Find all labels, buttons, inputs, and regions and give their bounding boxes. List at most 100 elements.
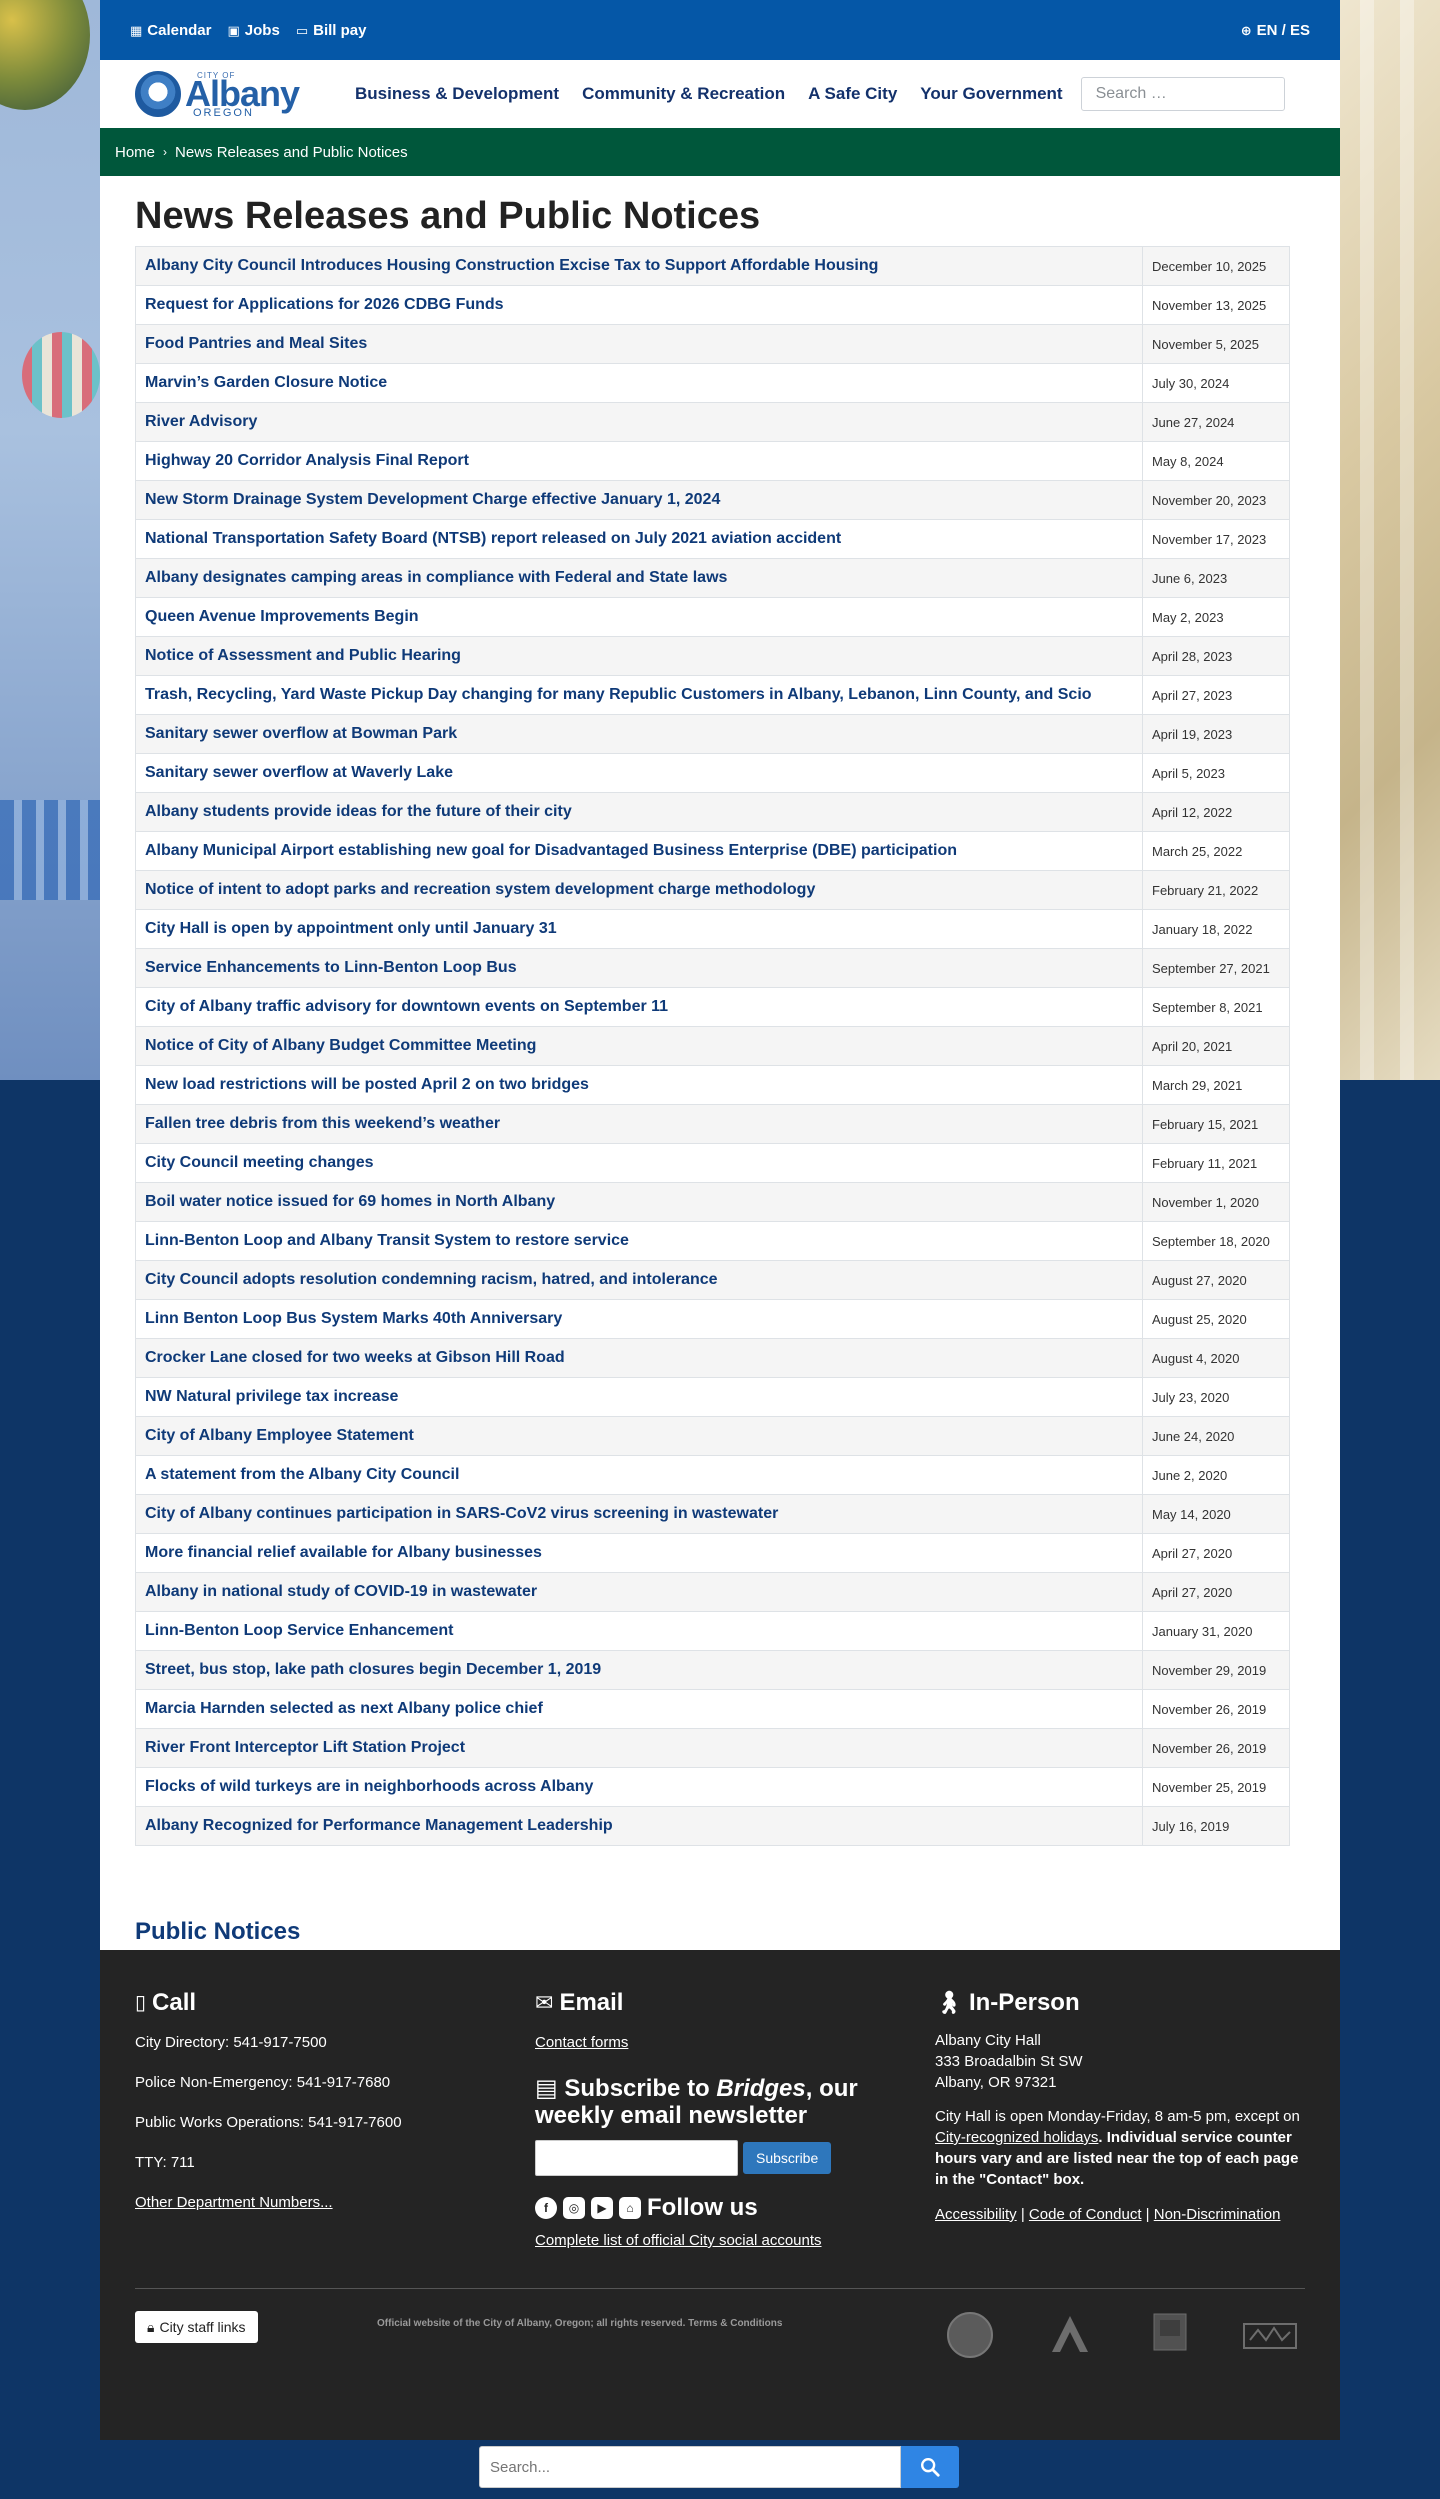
table-row: NW Natural privilege tax increase July 23… (135, 1377, 1290, 1417)
footer-divider (135, 2288, 1305, 2289)
news-link[interactable]: Street, bus stop, lake path closures beg… (145, 1661, 601, 1678)
news-link[interactable]: New load restrictions will be posted Apr… (145, 1076, 589, 1093)
search-input[interactable] (1080, 77, 1285, 111)
contact-forms-link[interactable]: Contact forms (535, 2034, 628, 2051)
news-link[interactable]: Queen Avenue Improvements Begin (145, 608, 419, 625)
news-title-cell: City Hall is open by appointment only un… (135, 909, 1143, 949)
news-link[interactable]: City Council adopts resolution condemnin… (145, 1271, 718, 1288)
news-title-cell: Flocks of wild turkeys are in neighborho… (135, 1767, 1143, 1807)
news-date: September 8, 2021 (1142, 987, 1290, 1027)
background-building (1340, 0, 1440, 1080)
news-link[interactable]: Sanitary sewer overflow at Waverly Lake (145, 764, 453, 781)
news-date: July 30, 2024 (1142, 363, 1290, 403)
news-date: May 8, 2024 (1142, 441, 1290, 481)
code-of-conduct-link[interactable]: Code of Conduct (1029, 2206, 1142, 2223)
news-link[interactable]: A statement from the Albany City Council (145, 1466, 459, 1483)
news-link[interactable]: Albany Recognized for Performance Manage… (145, 1817, 613, 1834)
bottom-search-bar (479, 2446, 959, 2488)
news-link[interactable]: Albany in national study of COVID-19 in … (145, 1583, 537, 1600)
news-link[interactable]: Highway 20 Corridor Analysis Final Repor… (145, 452, 469, 469)
news-title-cell: City Council adopts resolution condemnin… (135, 1260, 1143, 1300)
news-link[interactable]: River Advisory (145, 413, 257, 430)
table-row: Linn Benton Loop Bus System Marks 40th A… (135, 1299, 1290, 1339)
news-title-cell: River Advisory (135, 402, 1143, 442)
social-accounts-link[interactable]: Complete list of official City social ac… (535, 2232, 822, 2249)
news-title-cell: New load restrictions will be posted Apr… (135, 1065, 1143, 1105)
news-link[interactable]: Trash, Recycling, Yard Waste Pickup Day … (145, 686, 1092, 703)
news-link[interactable]: Crocker Lane closed for two weeks at Gib… (145, 1349, 565, 1366)
phone-line: City Directory: 541-917-7500 (135, 2034, 327, 2051)
other-numbers-link[interactable]: Other Department Numbers... (135, 2194, 333, 2211)
instagram-icon[interactable]: ◎ (563, 2197, 585, 2219)
news-link[interactable]: Marvin’s Garden Closure Notice (145, 374, 387, 391)
table-row: Trash, Recycling, Yard Waste Pickup Day … (135, 675, 1290, 715)
news-title-cell: Notice of Assessment and Public Hearing (135, 636, 1143, 676)
building-column (1400, 0, 1414, 1080)
news-link[interactable]: City of Albany continues participation i… (145, 1505, 778, 1522)
accessibility-link[interactable]: Accessibility (935, 2206, 1017, 2223)
nav-item-business[interactable]: Business & Development (355, 84, 559, 104)
table-row: New load restrictions will be posted Apr… (135, 1065, 1290, 1105)
news-link[interactable]: City of Albany traffic advisory for down… (145, 998, 668, 1015)
jobs-link[interactable]: ▣ Jobs (228, 22, 280, 39)
utility-links: ▦ Calendar ▣ Jobs ▭ Bill pay (130, 22, 366, 39)
news-table: Albany City Council Introduces Housing C… (135, 246, 1290, 1846)
news-link[interactable]: More financial relief available for Alba… (145, 1544, 542, 1561)
news-link[interactable]: Flocks of wild turkeys are in neighborho… (145, 1778, 593, 1795)
news-link[interactable]: Marcia Harnden selected as next Albany p… (145, 1700, 543, 1717)
table-row: River Front Interceptor Lift Station Pro… (135, 1728, 1290, 1768)
news-link[interactable]: Notice of Assessment and Public Hearing (145, 647, 461, 664)
table-row: Request for Applications for 2026 CDBG F… (135, 285, 1290, 325)
table-row: Albany in national study of COVID-19 in … (135, 1572, 1290, 1612)
news-link[interactable]: City Council meeting changes (145, 1154, 373, 1171)
news-link[interactable]: Linn-Benton Loop and Albany Transit Syst… (145, 1232, 629, 1249)
news-link[interactable]: Albany students provide ideas for the fu… (145, 803, 572, 820)
news-link[interactable]: City of Albany Employee Statement (145, 1427, 414, 1444)
news-title-cell: Linn Benton Loop Bus System Marks 40th A… (135, 1299, 1143, 1339)
bill-pay-link[interactable]: ▭ Bill pay (296, 22, 367, 39)
youtube-icon[interactable]: ▶ (591, 2197, 613, 2219)
nav-item-safe-city[interactable]: A Safe City (808, 84, 897, 104)
news-link[interactable]: Fallen tree debris from this weekend’s w… (145, 1115, 500, 1132)
breadcrumb-home[interactable]: Home (115, 144, 155, 161)
news-link[interactable]: City Hall is open by appointment only un… (145, 920, 557, 937)
news-link[interactable]: Notice of City of Albany Budget Committe… (145, 1037, 536, 1054)
newsletter-email-input[interactable] (535, 2140, 738, 2176)
main-nav: CITY OF Albany OREGON Business & Develop… (100, 60, 1340, 128)
news-title-cell: Fallen tree debris from this weekend’s w… (135, 1104, 1143, 1144)
holidays-link[interactable]: City-recognized holidays (935, 2129, 1098, 2146)
news-link[interactable]: Notice of intent to adopt parks and recr… (145, 881, 815, 898)
news-link[interactable]: Service Enhancements to Linn-Benton Loop… (145, 959, 517, 976)
news-link[interactable]: Albany Municipal Airport establishing ne… (145, 842, 957, 859)
calendar-link[interactable]: ▦ Calendar (130, 22, 212, 39)
news-link[interactable]: Linn Benton Loop Bus System Marks 40th A… (145, 1310, 562, 1327)
news-link[interactable]: Albany designates camping areas in compl… (145, 569, 727, 586)
staff-links-button[interactable]: 🔒︎ City staff links (135, 2311, 258, 2343)
news-link[interactable]: Albany City Council Introduces Housing C… (145, 257, 878, 274)
news-date: September 18, 2020 (1142, 1221, 1290, 1261)
news-link[interactable]: River Front Interceptor Lift Station Pro… (145, 1739, 465, 1756)
facebook-icon[interactable]: f (535, 2197, 557, 2219)
news-link[interactable]: Request for Applications for 2026 CDBG F… (145, 296, 504, 313)
bottom-search-input[interactable] (479, 2446, 901, 2488)
news-date: March 25, 2022 (1142, 831, 1290, 871)
home-icon[interactable]: ⌂ (619, 2197, 641, 2219)
nav-item-government[interactable]: Your Government (920, 84, 1062, 104)
copyright-text: Official website of the City of Albany, … (377, 2318, 783, 2329)
city-logo[interactable]: CITY OF Albany OREGON (135, 66, 305, 122)
language-toggle[interactable]: ⊕ EN / ES (1241, 22, 1310, 39)
nav-item-community[interactable]: Community & Recreation (582, 84, 785, 104)
page-container: ▦ Calendar ▣ Jobs ▭ Bill pay ⊕ EN / ES CITY … (100, 0, 1340, 2440)
table-row: Albany City Council Introduces Housing C… (135, 246, 1290, 286)
news-link[interactable]: Linn-Benton Loop Service Enhancement (145, 1622, 453, 1639)
news-link[interactable]: National Transportation Safety Board (NT… (145, 530, 841, 547)
news-link[interactable]: Sanitary sewer overflow at Bowman Park (145, 725, 457, 742)
news-link[interactable]: New Storm Drainage System Development Ch… (145, 491, 720, 508)
bottom-search-button[interactable] (901, 2446, 959, 2488)
subscribe-button[interactable]: Subscribe (743, 2142, 832, 2174)
news-link[interactable]: Food Pantries and Meal Sites (145, 335, 367, 352)
news-link[interactable]: NW Natural privilege tax increase (145, 1388, 398, 1405)
table-row: River Advisory June 27, 2024 (135, 402, 1290, 442)
news-link[interactable]: Boil water notice issued for 69 homes in… (145, 1193, 555, 1210)
non-discrimination-link[interactable]: Non-Discrimination (1154, 2206, 1281, 2223)
